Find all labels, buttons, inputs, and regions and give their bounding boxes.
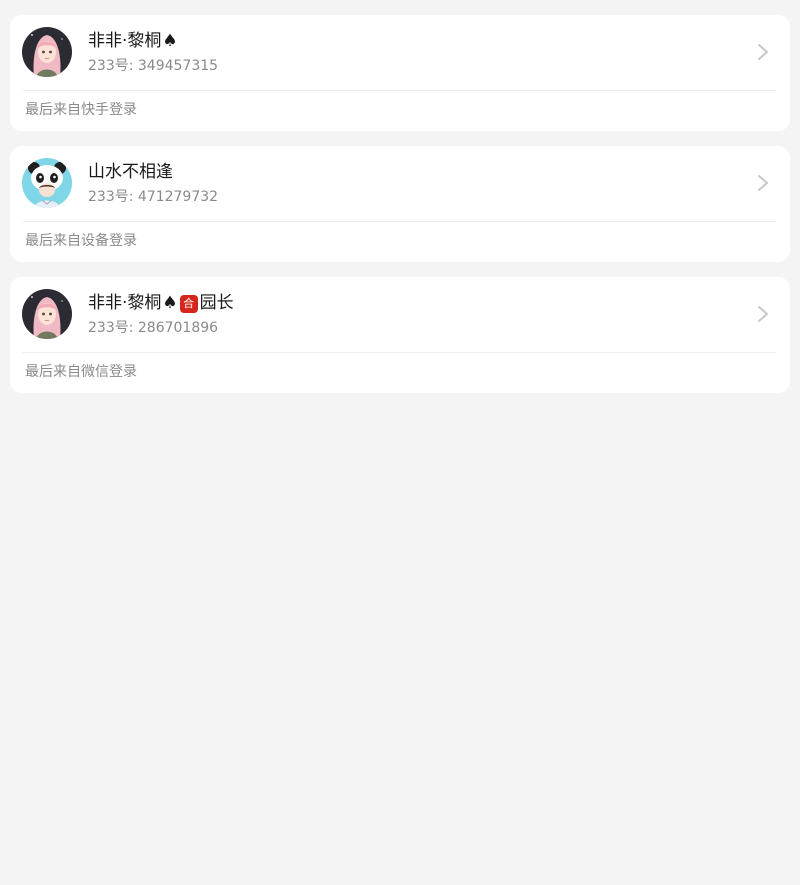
avatar [22, 158, 72, 208]
divider [22, 90, 776, 91]
chevron-right-icon [758, 175, 768, 191]
account-list: 非非·黎桐♠ 233号: 349457315 最后来自快手登录 山水不相逢 23… [10, 15, 790, 408]
divider [22, 352, 776, 353]
account-card[interactable]: 山水不相逢 233号: 471279732 最后来自设备登录 [10, 146, 790, 262]
badge-icon: 合 [179, 295, 198, 313]
account-row[interactable]: 山水不相逢 233号: 471279732 [10, 146, 790, 221]
last-login-source: 最后来自快手登录 [25, 102, 137, 118]
last-login-source: 最后来自设备登录 [25, 233, 137, 249]
panda-character-avatar-icon [22, 158, 72, 208]
account-id: 233号: 286701896 [88, 320, 219, 336]
account-name: 非非·黎桐♠ 合园长 [88, 293, 234, 313]
chevron-right-icon [758, 44, 768, 60]
anime-girl-avatar-icon [22, 289, 72, 339]
chevron-right-icon [758, 306, 768, 322]
divider [22, 221, 776, 222]
anime-girl-avatar-icon [22, 27, 72, 77]
avatar [22, 27, 72, 77]
account-card[interactable]: 非非·黎桐♠ 合园长 233号: 286701896 最后来自微信登录 [10, 277, 790, 393]
account-id: 233号: 471279732 [88, 189, 219, 205]
account-row[interactable]: 非非·黎桐♠ 合园长 233号: 286701896 [10, 277, 790, 352]
account-row[interactable]: 非非·黎桐♠ 233号: 349457315 [10, 15, 790, 90]
account-name: 山水不相逢 [88, 162, 173, 182]
account-name: 非非·黎桐♠ [88, 31, 178, 51]
spade-icon: ♠ [162, 293, 178, 313]
spade-icon: ♠ [162, 31, 178, 51]
last-login-source: 最后来自微信登录 [25, 364, 137, 380]
avatar [22, 289, 72, 339]
account-title: 园长 [199, 293, 234, 313]
account-id: 233号: 349457315 [88, 58, 219, 74]
account-card[interactable]: 非非·黎桐♠ 233号: 349457315 最后来自快手登录 [10, 15, 790, 131]
